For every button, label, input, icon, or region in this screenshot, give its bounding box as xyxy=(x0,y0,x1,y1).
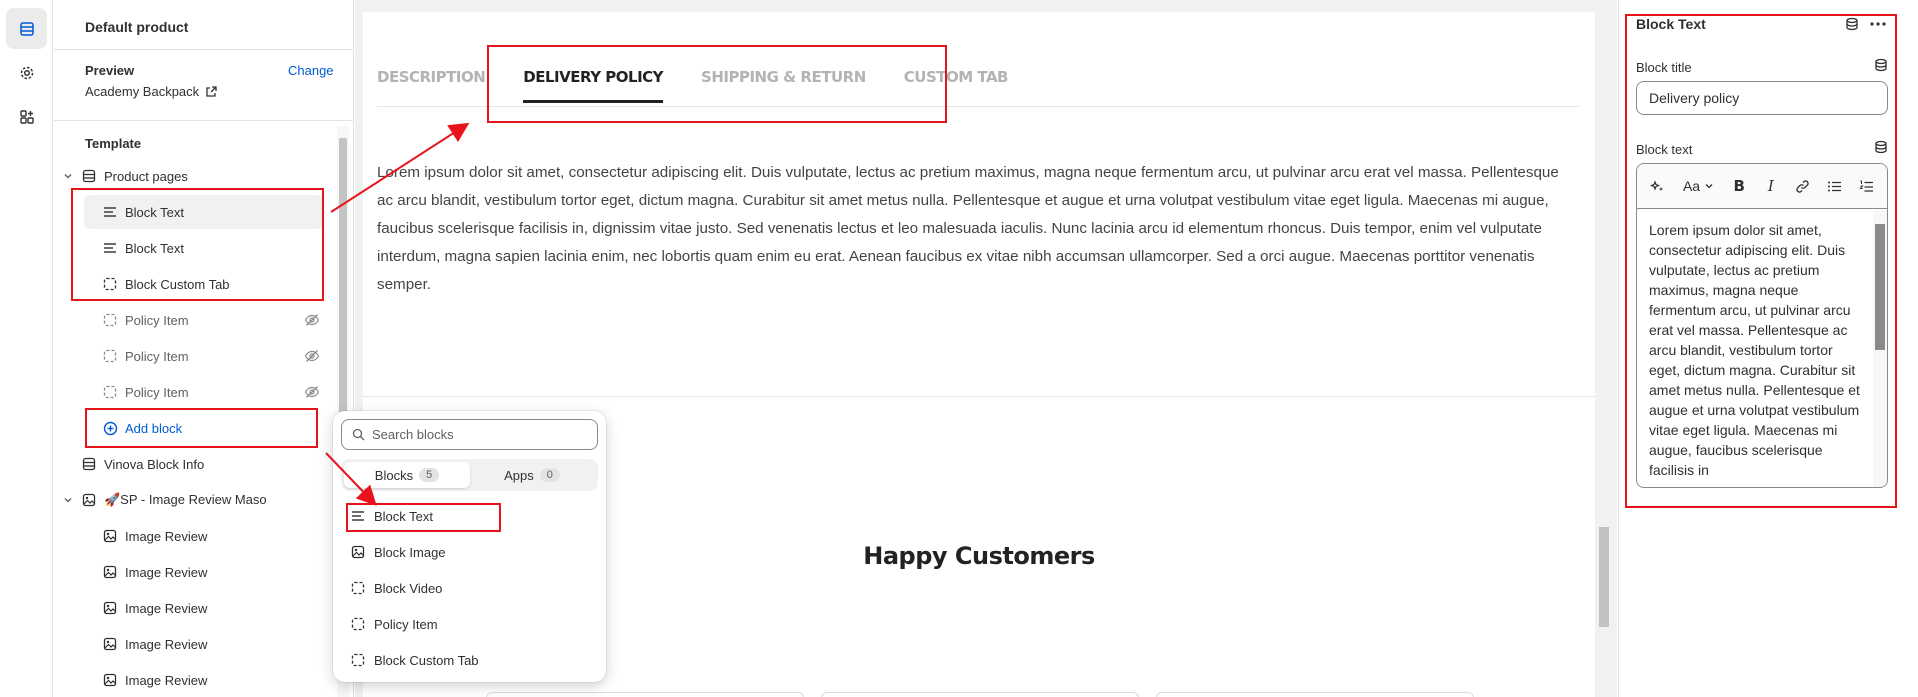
annotation-arrow-to-tabs xyxy=(330,122,470,213)
annotation-arrow-to-popup xyxy=(325,452,377,506)
annotation-arrows xyxy=(325,122,470,506)
